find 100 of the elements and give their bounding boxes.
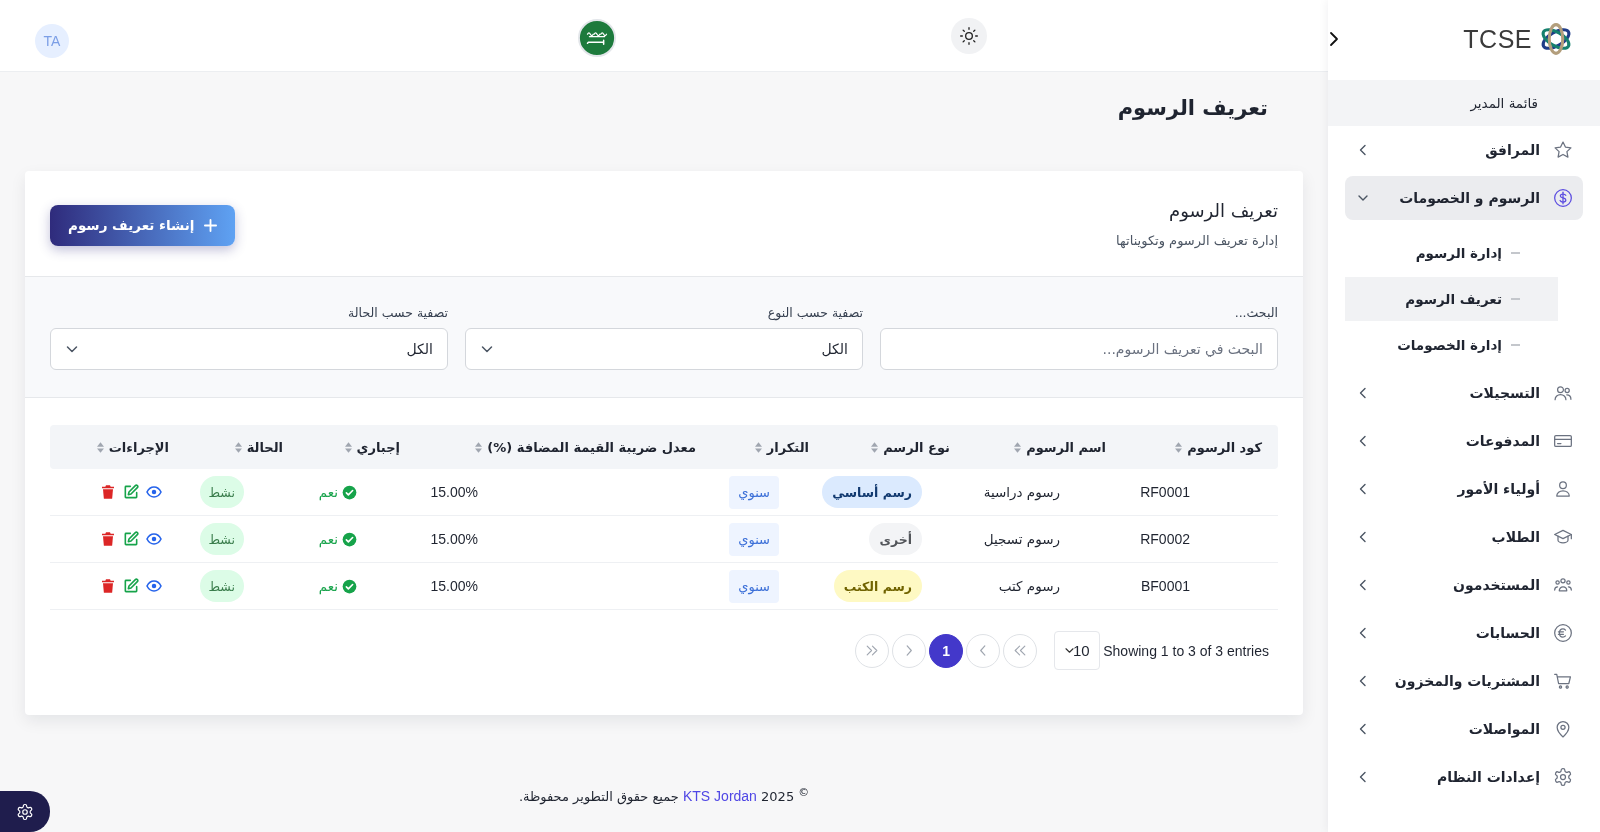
double-chevron-left-icon xyxy=(1013,645,1028,656)
view-button[interactable] xyxy=(146,531,162,547)
fee-code: RF0001 xyxy=(1140,484,1190,500)
menu-section-header: قائمة المدير xyxy=(1328,80,1600,126)
mandatory-value: نعم xyxy=(318,484,338,500)
euro-circle-icon xyxy=(1553,623,1573,643)
column-header[interactable]: كود الرسوم xyxy=(1122,439,1278,455)
sidebar-item[interactable]: المرافق xyxy=(1345,128,1583,172)
sidebar-subitem[interactable]: إدارة الخصومات xyxy=(1345,323,1558,367)
pencil-square-icon xyxy=(123,531,139,547)
entries-summary: Showing 1 to 3 of 3 entries xyxy=(1103,642,1269,659)
column-header[interactable]: التكرار xyxy=(712,439,825,455)
sort-icon xyxy=(754,441,762,453)
fee-type-badge: رسم الكتب xyxy=(833,570,922,602)
column-header[interactable]: إجباري xyxy=(299,439,416,455)
page-button[interactable]: 1 xyxy=(929,633,964,668)
settings-button[interactable] xyxy=(0,791,50,832)
edit-button[interactable] xyxy=(123,484,139,500)
sidebar-subitem[interactable]: تعريف الرسوم xyxy=(1345,277,1558,321)
user-icon xyxy=(1553,479,1573,499)
sort-icon xyxy=(1175,441,1183,453)
dash-icon xyxy=(1511,252,1520,254)
collapse-sidebar-button[interactable] xyxy=(1328,30,1340,48)
gear-icon xyxy=(1553,767,1573,787)
column-header[interactable]: الإجراءات xyxy=(51,439,185,455)
edit-button[interactable] xyxy=(123,531,139,547)
frequency-badge: سنوي xyxy=(729,569,779,603)
sidebar-item[interactable]: أولياء الأمور xyxy=(1345,467,1583,511)
sort-icon xyxy=(871,441,879,453)
status-badge: نشط xyxy=(199,523,244,555)
filter-dropdown[interactable]: الكل xyxy=(50,328,448,370)
sidebar-item[interactable]: إعدادات النظام xyxy=(1345,755,1583,799)
status-badge: نشط xyxy=(199,570,244,602)
column-header[interactable]: نوع الرسم xyxy=(825,439,966,455)
frequency-badge: سنوي xyxy=(729,475,779,509)
delete-button[interactable] xyxy=(100,531,116,547)
dash-icon xyxy=(1511,344,1520,346)
sidebar-item[interactable]: المواصلات xyxy=(1345,707,1583,751)
filter-label: تصفية حسب النوع xyxy=(767,304,863,322)
sidebar-item[interactable]: المشتريات والمخزون xyxy=(1345,659,1583,703)
page-title: تعريف الرسوم xyxy=(1116,95,1269,122)
vat-rate: 15.00% xyxy=(430,484,478,500)
eye-icon xyxy=(146,531,162,547)
sort-icon xyxy=(475,441,483,453)
dash-icon xyxy=(1511,298,1520,300)
fee-name: رسوم دراسية xyxy=(983,484,1060,500)
delete-button[interactable] xyxy=(100,484,116,500)
create-button[interactable]: إنشاء تعريف رسوم xyxy=(50,204,236,246)
pencil-square-icon xyxy=(123,578,139,594)
edit-button[interactable] xyxy=(123,578,139,594)
mandatory-value: نعم xyxy=(318,531,338,547)
fee-code: BF0001 xyxy=(1140,578,1190,594)
frequency-badge: سنوي xyxy=(729,522,779,556)
sort-icon xyxy=(234,441,242,453)
pencil-square-icon xyxy=(123,484,139,500)
sidebar-item[interactable]: الحسابات xyxy=(1345,611,1583,655)
column-header[interactable]: اسم الرسوم xyxy=(966,439,1122,455)
sidebar-subitem[interactable]: إدارة الرسوم xyxy=(1345,231,1558,275)
gear-icon xyxy=(16,802,34,821)
filter-label: تصفية حسب الحالة xyxy=(348,304,448,322)
fee-type-badge: رسم أساسي xyxy=(822,476,922,508)
sidebar-item[interactable]: الرسوم و الخصومات xyxy=(1345,176,1583,220)
brand-name: TCSE xyxy=(1463,24,1532,54)
status-badge: نشط xyxy=(199,476,244,508)
dollar-circle-icon xyxy=(1553,188,1573,208)
company-link[interactable]: KTS Jordan xyxy=(683,788,757,805)
vat-rate: 15.00% xyxy=(430,531,478,547)
card-title: تعريف الرسوم xyxy=(1168,199,1278,223)
trash-icon xyxy=(100,484,116,500)
filter-label: البحث... xyxy=(1234,304,1278,322)
trash-icon xyxy=(100,531,116,547)
sidebar-item[interactable]: التسجيلات xyxy=(1345,371,1583,415)
theme-toggle-button[interactable] xyxy=(951,17,987,54)
eye-icon xyxy=(146,484,162,500)
filter-dropdown[interactable]: الكل xyxy=(465,328,863,370)
fee-type-badge: أخرى xyxy=(869,523,922,555)
column-header[interactable]: معدل ضريبة القيمة المضافة (%) xyxy=(416,439,712,455)
star-icon xyxy=(1553,140,1573,160)
plus-icon xyxy=(204,218,218,232)
view-button[interactable] xyxy=(146,578,162,594)
flag-icon[interactable] xyxy=(578,19,616,57)
vat-rate: 15.00% xyxy=(430,578,478,594)
fee-code: RF0002 xyxy=(1140,531,1190,547)
search-field[interactable]: البحث في تعريف الرسوم... xyxy=(880,328,1278,370)
sidebar-item[interactable]: الطلاب xyxy=(1345,515,1583,559)
delete-button[interactable] xyxy=(100,578,116,594)
column-header[interactable]: الحالة xyxy=(185,439,299,455)
sidebar-item[interactable]: المستخدمون xyxy=(1345,563,1583,607)
fee-name: رسوم كتب xyxy=(998,578,1060,594)
fee-name: رسوم تسجيل xyxy=(983,531,1060,547)
mandatory-value: نعم xyxy=(318,578,338,594)
sidebar-item[interactable]: المدفوعات xyxy=(1345,419,1583,463)
view-button[interactable] xyxy=(146,484,162,500)
chevron-right-icon xyxy=(1328,30,1340,48)
page-size-select[interactable]: 10 xyxy=(1054,631,1101,670)
card-subtitle: إدارة تعريف الرسوم وتكويناتها xyxy=(1116,232,1278,251)
sun-icon xyxy=(959,25,979,46)
cart-icon xyxy=(1553,671,1573,691)
sort-icon xyxy=(344,441,352,453)
eye-icon xyxy=(146,578,162,594)
